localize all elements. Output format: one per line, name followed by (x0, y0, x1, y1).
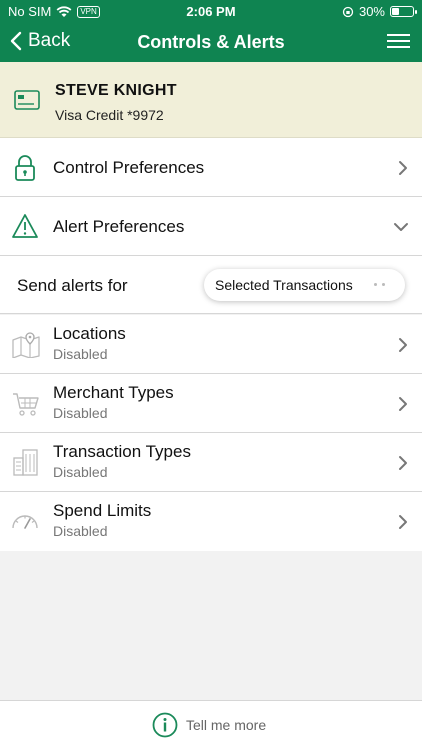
gauge-icon (12, 515, 38, 529)
alert-preferences-row[interactable]: Alert Preferences (0, 197, 422, 256)
merchant-types-label: Merchant Types (53, 383, 174, 402)
transaction-types-row[interactable]: Transaction Types Disabled (0, 433, 422, 492)
tell-me-more-label: Tell me more (186, 717, 267, 733)
credit-card-icon (14, 90, 40, 110)
card-summary: STEVE KNIGHT Visa Credit *9972 (0, 62, 422, 138)
nav-bar: Back Controls & Alerts (0, 26, 422, 60)
spend-limits-row[interactable]: Spend Limits Disabled (0, 492, 422, 551)
cardholder-name: STEVE KNIGHT (55, 82, 177, 99)
chevron-right-icon (399, 338, 407, 352)
hamburger-menu-icon[interactable] (387, 34, 410, 50)
control-preferences-label: Control Preferences (53, 158, 205, 177)
page-title: Controls & Alerts (137, 32, 285, 52)
chevron-down-icon (394, 223, 408, 231)
footer-bar: Tell me more (0, 700, 422, 750)
locations-row[interactable]: Locations Disabled (0, 315, 422, 374)
drag-handle-icon (374, 283, 385, 286)
battery-icon (390, 6, 417, 17)
alert-scope-value: Selected Transactions (215, 277, 353, 293)
tell-me-more-button[interactable]: Tell me more (152, 712, 266, 738)
chevron-right-icon (399, 397, 407, 411)
map-icon (12, 332, 40, 358)
buildings-icon (13, 449, 38, 476)
lock-icon (15, 155, 35, 181)
control-preferences-row[interactable]: Control Preferences (0, 138, 422, 197)
battery-percent: 30% (358, 4, 385, 19)
status-bar: No SIM VPN 2:06 PM 30% (0, 0, 422, 22)
alert-preferences-label: Alert Preferences (53, 217, 185, 236)
alert-scope-selector[interactable]: Selected Transactions (204, 269, 405, 301)
spend-limits-status: Disabled (53, 523, 108, 539)
chevron-right-icon (399, 161, 407, 175)
locations-label: Locations (53, 324, 126, 343)
locations-status: Disabled (53, 346, 108, 362)
chevron-right-icon (399, 456, 407, 470)
orientation-lock-icon (342, 6, 354, 17)
card-description: Visa Credit *9972 (55, 107, 164, 123)
send-alerts-row: Send alerts for Selected Transactions (0, 256, 422, 314)
info-icon (152, 712, 178, 738)
cart-icon (13, 393, 39, 416)
warning-triangle-icon (12, 214, 38, 238)
send-alerts-label: Send alerts for (17, 276, 128, 295)
chevron-right-icon (399, 515, 407, 529)
app-header: No SIM VPN 2:06 PM 30% Back Controls & A (0, 0, 422, 62)
transaction-types-status: Disabled (53, 464, 108, 480)
merchant-types-status: Disabled (53, 405, 108, 421)
transaction-types-label: Transaction Types (53, 442, 191, 461)
spend-limits-label: Spend Limits (53, 501, 152, 520)
merchant-types-row[interactable]: Merchant Types Disabled (0, 374, 422, 433)
